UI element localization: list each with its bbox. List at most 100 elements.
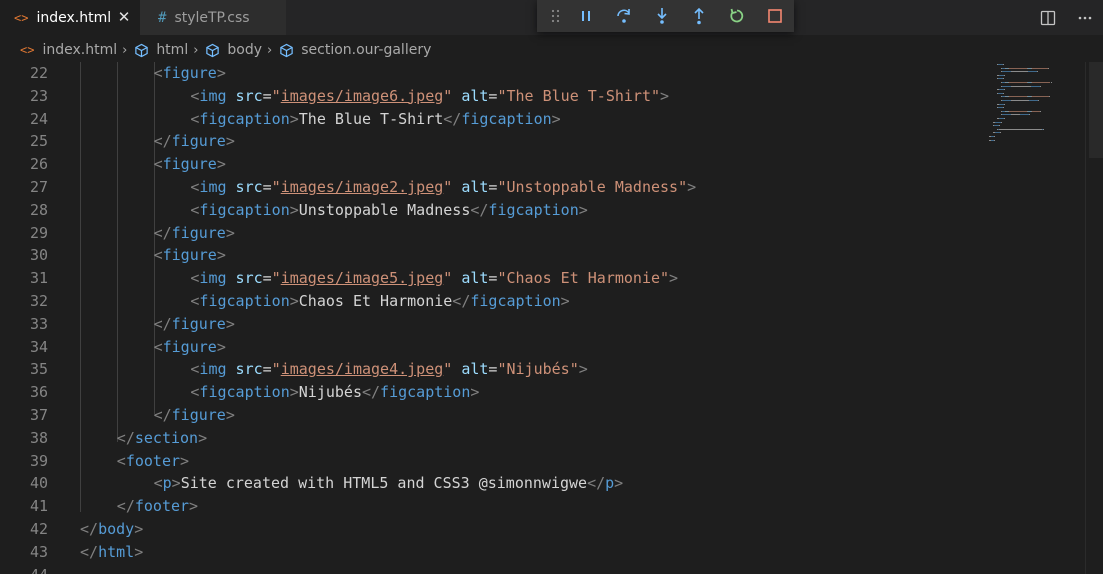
line-number: 42 [29, 520, 48, 538]
chevron-right-icon: › [267, 42, 273, 58]
code-token: > [560, 292, 570, 310]
code-line[interactable]: 23 <img src="images/image6.jpeg" alt="The… [0, 85, 980, 108]
code-line[interactable]: 29 </figure> [0, 222, 980, 245]
code-token: </ [80, 542, 99, 561]
breadcrumb-item-body[interactable]: body [205, 42, 262, 58]
code-token: img [199, 269, 227, 288]
step-out-icon[interactable] [680, 2, 718, 30]
minimap-token [1001, 71, 1011, 73]
code-text: <figure> [154, 62, 226, 85]
code-line[interactable]: 42 </body> [0, 518, 980, 541]
code-text: <figure> [154, 336, 226, 359]
code-token: </ [470, 200, 489, 219]
breadcrumb-label: html [156, 42, 189, 58]
code-text: <img src="images/image5.jpeg" alt="Chaos… [190, 267, 678, 290]
code-token: img [199, 178, 227, 196]
minimap[interactable] [984, 62, 1089, 152]
breadcrumb-item-section[interactable]: section.our-gallery [279, 42, 431, 58]
code-token: > [289, 383, 299, 402]
code-token: > [134, 542, 144, 561]
code-editor[interactable]: 22 <figure> 23 <img src="images/image6.jpeg… [0, 62, 1103, 574]
scrollbar-thumb[interactable] [1089, 62, 1103, 158]
minimap-token [994, 139, 996, 141]
code-text: </html> [80, 541, 143, 564]
code-line[interactable]: 44 [0, 564, 980, 574]
close-icon[interactable]: ✕ [116, 8, 132, 26]
code-line[interactable]: 24 <figcaption>The Blue T-Shirt</figcapti… [0, 108, 980, 131]
code-line[interactable]: 40 <p>Site created with HTML5 and CSS3 @s… [0, 472, 980, 495]
line-number: 30 [29, 246, 48, 265]
drag-handle-icon[interactable] [545, 2, 567, 30]
minimap-token [1037, 71, 1038, 73]
step-into-icon[interactable] [643, 2, 681, 30]
code-line[interactable]: 38 </section> [0, 427, 980, 450]
code-token: > [687, 178, 697, 196]
code-token: figure [162, 64, 217, 82]
minimap-border [1085, 62, 1086, 574]
code-token: p [162, 474, 172, 493]
code-text: </figure> [154, 130, 235, 153]
minimap-token [1001, 114, 1011, 116]
code-token: > [225, 132, 235, 151]
breadcrumb-label: section.our-gallery [301, 42, 432, 58]
code-line[interactable]: 32 <figcaption>Chaos Et Harmonie</figcapt… [0, 290, 980, 313]
more-actions-icon[interactable] [1066, 0, 1103, 35]
code-line[interactable]: 26 <figure> [0, 153, 980, 176]
code-token: </ [153, 314, 172, 333]
line-number: 28 [29, 200, 48, 219]
code-text: </figure> [154, 404, 235, 427]
code-line[interactable]: 25 </figure> [0, 130, 980, 153]
html-file-icon: <> [20, 43, 35, 57]
tab-index-html[interactable]: <> index.html ✕ [0, 0, 140, 35]
code-token: "Nijubés" [497, 360, 579, 379]
code-line[interactable]: 36 <figcaption>Nijubés</figcaption> [0, 381, 980, 404]
stop-icon[interactable] [756, 2, 794, 30]
minimap-token [1048, 96, 1050, 98]
code-line[interactable]: 35 <img src="images/image4.jpeg" alt="Nij… [0, 358, 980, 381]
split-editor-icon[interactable] [1029, 0, 1066, 35]
code-line[interactable]: 43 </html> [0, 541, 980, 564]
code-token: figure [171, 314, 226, 333]
code-line[interactable]: 30 <figure> [0, 244, 980, 267]
code-token: > [614, 474, 624, 493]
breadcrumb-item-html[interactable]: html [134, 42, 188, 58]
code-token: > [189, 497, 199, 516]
code-line[interactable]: 34 <figure> [0, 336, 980, 359]
minimap-token [1004, 89, 1006, 91]
breadcrumb-item-file[interactable]: <> index.html [20, 42, 117, 58]
code-line[interactable]: 37 </figure> [0, 404, 980, 427]
code-line[interactable]: 27 <img src="images/image2.jpeg" alt="Uns… [0, 176, 980, 199]
line-number: 31 [29, 269, 48, 288]
code-token: = [262, 269, 272, 288]
tab-style-css[interactable]: # styleTP.css [140, 0, 286, 35]
code-token: alt [461, 86, 489, 105]
code-line[interactable]: 22 <figure> [0, 62, 980, 85]
restart-icon[interactable] [718, 2, 756, 30]
minimap-token [1031, 82, 1051, 83]
minimap-token [1031, 110, 1040, 112]
code-token: src [235, 178, 263, 196]
line-number: 36 [29, 383, 48, 402]
code-line[interactable]: 41 </footer> [0, 495, 980, 518]
step-over-icon[interactable] [605, 2, 643, 30]
line-number: 33 [29, 314, 48, 333]
code-token: footer [125, 451, 181, 470]
code-line[interactable]: 31 <img src="images/image5.jpeg" alt="Cha… [0, 267, 980, 290]
breadcrumb-label: body [227, 42, 263, 58]
code-token: " [443, 269, 453, 288]
code-line[interactable]: 28 <figcaption>Unstoppable Madness</figca… [0, 199, 980, 222]
minimap-token [1039, 85, 1041, 87]
code-token: </ [361, 383, 381, 402]
pause-icon[interactable] [567, 2, 605, 30]
code-token: > [225, 314, 235, 333]
code-token: p [605, 474, 615, 493]
code-token: " [271, 178, 281, 196]
line-number: 34 [29, 337, 48, 356]
code-line[interactable]: 39 <footer> [0, 450, 980, 473]
code-line[interactable]: 33 </figure> [0, 313, 980, 336]
code-token: Unstoppable Madness [298, 200, 471, 219]
minimap-token [999, 128, 1041, 130]
